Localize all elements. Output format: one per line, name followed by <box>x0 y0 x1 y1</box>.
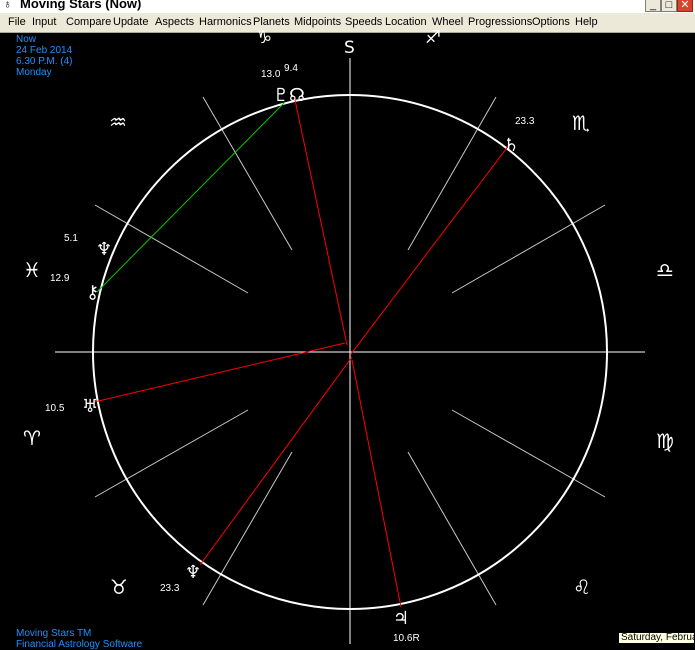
chart-time: 6.30 P.M. (4) <box>16 56 73 67</box>
aspect-lines <box>93 99 510 608</box>
taurus-sign-icon: ♉ <box>110 575 128 599</box>
neptune-lower-degree: 23.3 <box>160 583 180 594</box>
pisces-sign-icon: ♓ <box>23 258 41 282</box>
uranus-degree: 10.5 <box>45 403 65 414</box>
aspect-line-jupiter <box>351 359 402 608</box>
footer-brand: Moving Stars TM <box>16 628 92 639</box>
pluto-icon: ♇ <box>273 85 289 106</box>
chart-weekday: Monday <box>16 67 52 78</box>
chart-date: 24 Feb 2014 <box>16 45 73 56</box>
north-node-degree: 9.4 <box>284 63 298 74</box>
scorpio-sign-icon: ♏ <box>572 111 590 135</box>
south-label: S <box>344 38 355 58</box>
jupiter-degree: 10.6R <box>393 633 420 644</box>
status-tooltip: Saturday, Februa <box>618 632 695 644</box>
aspect-line-saturn <box>350 144 510 355</box>
saturn-degree: 23.3 <box>515 116 535 127</box>
aries-sign-icon: ♈ <box>23 426 41 450</box>
chart-label: Now <box>16 34 37 45</box>
aquarius-sign-icon: ♒ <box>109 110 127 134</box>
neptune-lower-icon: ♆ <box>185 562 201 583</box>
neptune-icon: ♆ <box>96 239 112 260</box>
sagittarius-sign-icon: ♐ <box>425 27 441 48</box>
chiron-degree: 12.9 <box>50 273 70 284</box>
pluto-degree: 13.0 <box>261 69 281 80</box>
jupiter-icon: ♃ <box>393 608 409 629</box>
uranus-icon: ♅ <box>82 396 98 417</box>
saturn-icon: ♄ <box>503 135 519 156</box>
leo-sign-icon: ♌ <box>573 575 591 599</box>
aspect-line-north-node <box>294 99 348 346</box>
capricorn-sign-icon: ♑ <box>256 27 272 48</box>
neptune-degree: 5.1 <box>64 233 78 244</box>
aspect-line-neptune <box>199 356 353 566</box>
chiron-icon: ⚷ <box>86 282 99 303</box>
chart-wheel: S ♒ ♓ ♈ ♉ ♌ ♍ ♎ ♏ ♐ ♑ ♇ 13.0 ☊ 9.4 ♄ 23.… <box>23 27 674 644</box>
north-node-icon: ☊ <box>289 85 305 106</box>
virgo-sign-icon: ♍ <box>656 429 674 453</box>
footer-subtitle: Financial Astrology Software <box>16 639 143 650</box>
libra-sign-icon: ♎ <box>656 258 674 282</box>
